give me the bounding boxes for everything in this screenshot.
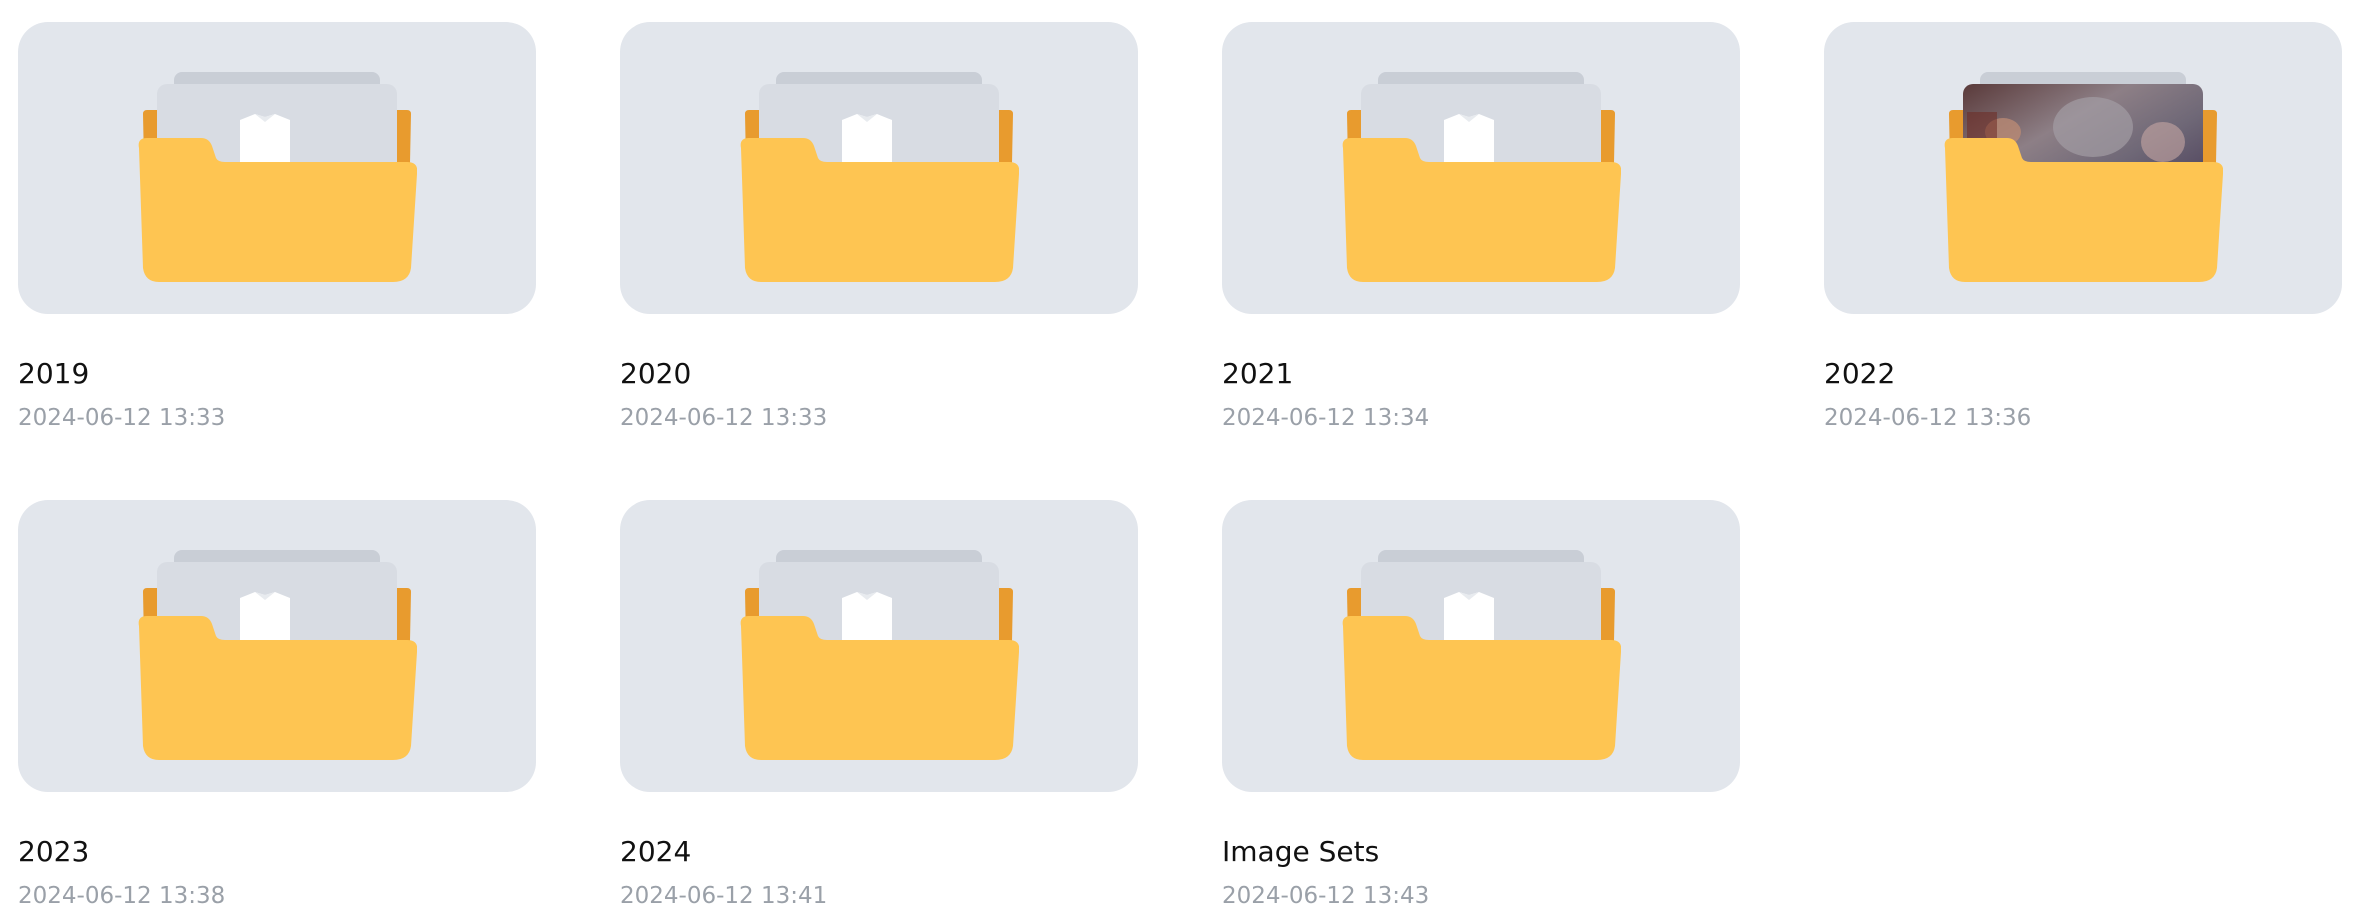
folder-name[interactable]: 2020: [620, 356, 691, 392]
folder-thumbnail[interactable]: [620, 22, 1138, 314]
folder-thumbnail[interactable]: [1222, 500, 1740, 792]
folder-icon: [137, 550, 417, 772]
folder-name[interactable]: 2024: [620, 834, 691, 870]
folder-date: 2024-06-12 13:36: [1824, 405, 2032, 431]
folder-icon: [1341, 72, 1621, 294]
folder-thumbnail[interactable]: [18, 500, 536, 792]
folder-date: 2024-06-12 13:38: [18, 883, 226, 909]
folder-icon: [1341, 550, 1621, 772]
folder-icon: [739, 550, 1019, 772]
folder-card-2024[interactable]: 2024 2024-06-12 13:41: [620, 500, 1138, 918]
folder-card-2023[interactable]: 2023 2024-06-12 13:38: [18, 500, 536, 918]
folder-card-2020[interactable]: 2020 2024-06-12 13:33: [620, 22, 1138, 442]
folder-card-2019[interactable]: 2019 2024-06-12 13:33: [18, 22, 536, 442]
folder-thumbnail[interactable]: [1824, 22, 2342, 314]
folder-name[interactable]: 2022: [1824, 356, 1895, 392]
folder-name[interactable]: 2023: [18, 834, 89, 870]
folder-grid: 2019 2024-06-12 13:33 2020 2024-06-12 13…: [0, 0, 2362, 918]
folder-icon: [137, 72, 417, 294]
folder-thumbnail[interactable]: [1222, 22, 1740, 314]
folder-date: 2024-06-12 13:33: [620, 405, 828, 431]
folder-name[interactable]: Image Sets: [1222, 834, 1379, 870]
folder-card-2022[interactable]: 2022 2024-06-12 13:36: [1824, 22, 2342, 442]
folder-card-image-sets[interactable]: Image Sets 2024-06-12 13:43: [1222, 500, 1740, 918]
folder-name[interactable]: 2019: [18, 356, 89, 392]
folder-thumbnail[interactable]: [18, 22, 536, 314]
folder-icon: [1943, 72, 2223, 294]
folder-date: 2024-06-12 13:43: [1222, 883, 1430, 909]
folder-thumbnail[interactable]: [620, 500, 1138, 792]
folder-icon: [739, 72, 1019, 294]
folder-date: 2024-06-12 13:41: [620, 883, 828, 909]
folder-card-2021[interactable]: 2021 2024-06-12 13:34: [1222, 22, 1740, 442]
folder-date: 2024-06-12 13:33: [18, 405, 226, 431]
folder-name[interactable]: 2021: [1222, 356, 1293, 392]
folder-date: 2024-06-12 13:34: [1222, 405, 1430, 431]
